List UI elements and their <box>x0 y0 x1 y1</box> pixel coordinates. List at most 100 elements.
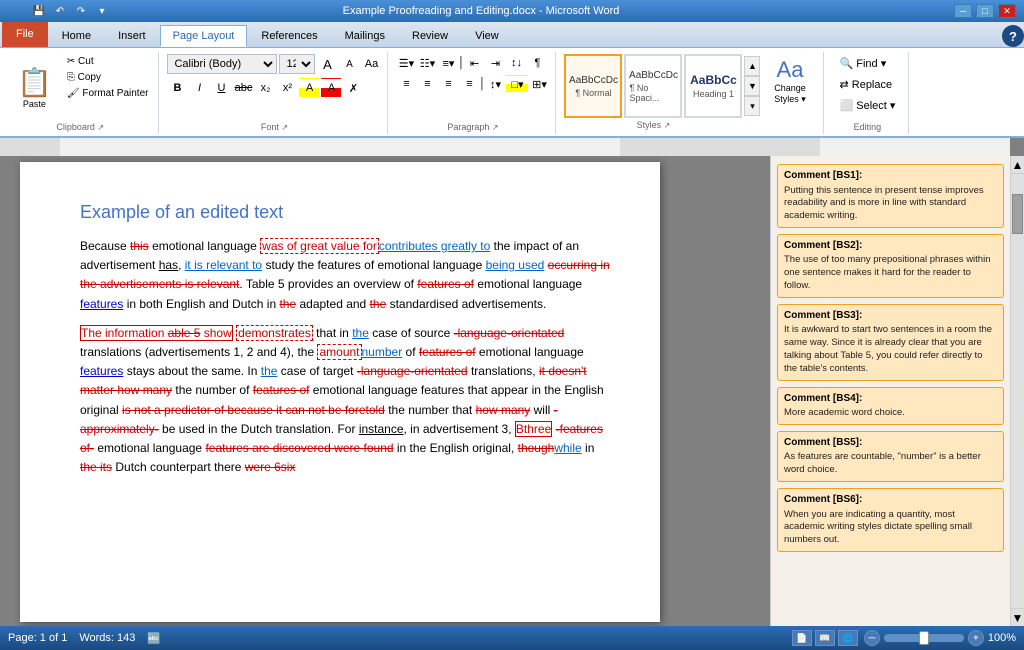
ribbon-tabs: File Home Insert Page Layout References … <box>0 22 1024 48</box>
styles-swatches: AaBbCcDc ¶ Normal AaBbCcDc ¶ No Spaci...… <box>564 54 742 118</box>
print-view-button[interactable]: 📄 <box>792 630 812 646</box>
find-button[interactable]: 🔍 Find ▾ <box>832 54 902 73</box>
comment-bs4: Comment [BS4]: More academic word choice… <box>777 387 1004 425</box>
comment-bs6-title: Comment [BS6]: <box>784 493 997 507</box>
sort-button[interactable]: ↕↓ <box>506 54 526 72</box>
align-right-button[interactable]: ≡ <box>438 75 458 93</box>
zoom-slider-thumb[interactable] <box>919 631 929 645</box>
redo-qat-button[interactable]: ↷ <box>72 2 90 20</box>
cut-button[interactable]: ✂ Cut <box>63 54 153 69</box>
inserted-2: it is relevant to <box>185 258 262 272</box>
shading-button[interactable]: □▾ <box>506 75 528 93</box>
style-heading1[interactable]: AaBbCc Heading 1 <box>684 54 742 118</box>
zoom-out-button[interactable]: ─ <box>864 630 880 646</box>
paragraph-list-row: ☰▾ ☷▾ ≡▾ │ ⇤ ⇥ ↕↓ ¶ <box>396 54 549 72</box>
styles-label: Styles ↗ <box>564 120 742 130</box>
tab-home[interactable]: Home <box>49 25 104 47</box>
web-layout-button[interactable]: 🌐 <box>838 630 858 646</box>
subscript-button[interactable]: x₂ <box>255 78 275 98</box>
paragraph-label: Paragraph ↗ <box>396 122 549 132</box>
copy-button[interactable]: ⎘ Copy <box>63 70 153 85</box>
numbering-button[interactable]: ☷▾ <box>417 54 437 72</box>
tab-view[interactable]: View <box>462 25 512 47</box>
help-button[interactable]: ? <box>1002 25 1024 47</box>
justify-button[interactable]: ≡ <box>459 75 479 93</box>
paste-button[interactable]: 📋 Paste <box>8 54 61 120</box>
editing-content: 🔍 Find ▾ ⇄ Replace ⬜ Select ▾ <box>832 54 902 120</box>
inserted-7: while <box>554 441 581 455</box>
editing-label: Editing <box>832 122 902 132</box>
align-center-button[interactable]: ≡ <box>417 75 437 93</box>
ribbon: 📋 Paste ✂ Cut ⎘ Copy 🖌 Format Painter Cl… <box>0 48 1024 138</box>
window-title: Example Proofreading and Editing.docx - … <box>8 5 954 17</box>
clipboard-group: 📋 Paste ✂ Cut ⎘ Copy 🖌 Format Painter Cl… <box>2 52 159 134</box>
comment-bs2: Comment [BS2]: The use of too many prepo… <box>777 234 1004 298</box>
increase-font-button[interactable]: A <box>317 54 337 74</box>
border-button[interactable]: ⊞▾ <box>529 75 549 93</box>
title-bar: 💾 ↶ ↷ ▾ Example Proofreading and Editing… <box>0 0 1024 22</box>
select-button[interactable]: ⬜ Select ▾ <box>832 96 902 115</box>
styles-scroll: ▲ ▼ ▾ <box>742 54 762 118</box>
ruler <box>0 138 1010 156</box>
clear-format-button[interactable]: Aa <box>361 54 381 74</box>
format-painter-button[interactable]: 🖌 Format Painter <box>63 86 153 101</box>
replace-button[interactable]: ⇄ Replace <box>832 75 902 94</box>
show-marks-button[interactable]: ¶ <box>527 54 547 72</box>
styles-more[interactable]: ▾ <box>744 96 760 116</box>
close-button[interactable]: ✕ <box>998 4 1016 18</box>
strikethrough-button[interactable]: abc <box>233 78 253 98</box>
bullets-button[interactable]: ☰▾ <box>396 54 416 72</box>
decrease-indent-button[interactable]: ⇤ <box>464 54 484 72</box>
clear-format-btn2[interactable]: ✗ <box>343 78 363 98</box>
zoom-in-button[interactable]: + <box>968 630 984 646</box>
vertical-scrollbar[interactable]: ▲ ▼ <box>1010 156 1024 626</box>
increase-indent-button[interactable]: ⇥ <box>485 54 505 72</box>
scroll-up-button[interactable]: ▲ <box>1011 156 1024 174</box>
zoom-slider[interactable] <box>884 634 964 642</box>
tab-references[interactable]: References <box>248 25 330 47</box>
bold-button[interactable]: B <box>167 78 187 98</box>
styles-scroll-up[interactable]: ▲ <box>744 56 760 76</box>
scroll-thumb[interactable] <box>1012 194 1023 234</box>
zoom-level: 100% <box>988 632 1016 644</box>
qat-more-button[interactable]: ▾ <box>93 2 111 20</box>
full-reading-button[interactable]: 📖 <box>815 630 835 646</box>
change-styles-button[interactable]: Aa ChangeStyles ▾ <box>762 54 817 108</box>
quick-access-toolbar: 💾 ↶ ↷ ▾ <box>30 2 111 20</box>
decrease-font-button[interactable]: A <box>339 54 359 74</box>
tab-mailings[interactable]: Mailings <box>332 25 398 47</box>
scroll-down-button[interactable]: ▼ <box>1011 608 1024 626</box>
superscript-button[interactable]: x² <box>277 78 297 98</box>
comment-bs3-text: It is awkward to start two sentences in … <box>784 324 997 375</box>
style-no-spacing[interactable]: AaBbCcDc ¶ No Spaci... <box>624 54 682 118</box>
font-name-select[interactable]: Calibri (Body) <box>167 54 277 74</box>
inserted-text-1: contributes greatly to <box>379 239 490 253</box>
style-heading1-preview: AaBbCc <box>690 73 737 87</box>
line-spacing-button[interactable]: ↕▾ <box>485 75 505 93</box>
deleted-6: able 5 <box>168 326 201 340</box>
styles-scroll-down[interactable]: ▼ <box>744 76 760 96</box>
style-normal[interactable]: AaBbCcDc ¶ Normal <box>564 54 622 118</box>
undo-qat-button[interactable]: ↶ <box>51 2 69 20</box>
comment-bs3-title: Comment [BS3]: <box>784 309 997 323</box>
underline-button[interactable]: U <box>211 78 231 98</box>
word-count: Words: 143 <box>79 632 135 645</box>
clipboard-sub: ✂ Cut ⎘ Copy 🖌 Format Painter <box>63 54 153 120</box>
tab-review[interactable]: Review <box>399 25 461 47</box>
maximize-button[interactable]: □ <box>976 4 994 18</box>
multilevel-button[interactable]: ≡▾ <box>438 54 458 72</box>
text-highlight-button[interactable]: A <box>299 78 319 98</box>
italic-button[interactable]: I <box>189 78 209 98</box>
document-scroll[interactable]: Example of an edited text Because this e… <box>0 138 770 626</box>
save-qat-button[interactable]: 💾 <box>30 2 48 20</box>
align-left-button[interactable]: ≡ <box>396 75 416 93</box>
font-size-select[interactable]: 12 <box>279 54 315 74</box>
comment-bs1-text: Putting this sentence in present tense i… <box>784 185 997 223</box>
font-color-button[interactable]: A <box>321 78 341 98</box>
comment-bs5-title: Comment [BS5]: <box>784 436 997 450</box>
tab-insert[interactable]: Insert <box>105 25 159 47</box>
font-content: Calibri (Body) 12 A A Aa B I U abc x₂ x²… <box>167 54 381 120</box>
tab-page-layout[interactable]: Page Layout <box>160 25 248 47</box>
minimize-button[interactable]: ─ <box>954 4 972 18</box>
tab-file[interactable]: File <box>2 21 48 47</box>
